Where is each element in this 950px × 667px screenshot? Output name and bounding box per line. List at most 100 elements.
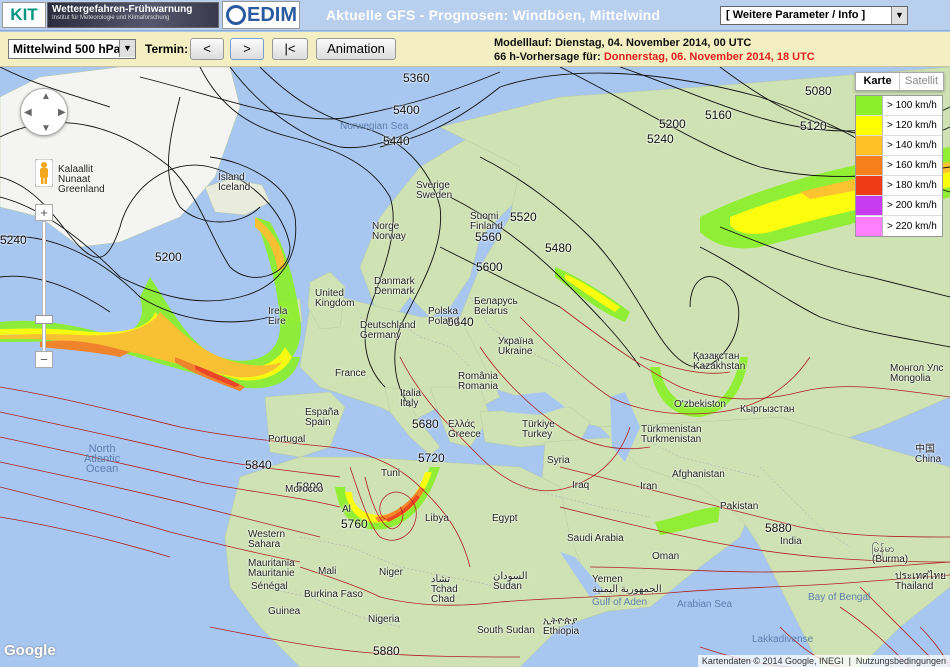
place-label-poland: Polska Poland: [428, 306, 460, 327]
cedim-ring-icon: [226, 5, 246, 25]
place-label-senegal: Sénégal: [251, 581, 288, 592]
map-svg: [0, 67, 950, 667]
zoom-in-button[interactable]: +: [35, 204, 53, 221]
isoline-label: 5240: [647, 132, 674, 146]
chevron-down-icon[interactable]: ▼: [891, 7, 907, 24]
legend-row: > 200 km/h: [856, 196, 942, 216]
header-bar: KIT Wettergefahren-Frühwarnung Institut …: [0, 0, 950, 31]
banner-title: Wettergefahren-Frühwarnung: [52, 4, 193, 15]
map-canvas[interactable]: 5360 5080 5400 5120 5160 5200 5240 5440 …: [0, 67, 950, 667]
level-select-value: Mittelwind 500 hPa: [13, 42, 121, 56]
place-label-yemen: Yemen الجمهورية اليمنية: [592, 574, 662, 595]
google-logo[interactable]: Google: [4, 642, 56, 659]
pan-left-icon[interactable]: ◀: [24, 107, 32, 118]
isoline-label: 5200: [155, 250, 182, 264]
isoline-label: 5880: [373, 644, 400, 658]
place-label-uzbekistan: O'zbekiston: [674, 399, 726, 410]
cedim-logo-text: EDIM: [247, 4, 297, 26]
place-label-western-sahara: Western Sahara: [248, 529, 286, 550]
place-label-nigeria: Nigeria: [368, 614, 400, 625]
place-label-pakistan: Pakistan: [720, 501, 759, 512]
terms-link[interactable]: Nutzungsbedingungen: [856, 656, 946, 666]
legend-label: > 180 km/h: [887, 180, 937, 191]
pan-down-icon[interactable]: ▼: [41, 123, 51, 134]
legend-swatch: [856, 156, 883, 175]
page-title: Aktuelle GFS - Prognosen: Windböen, Mitt…: [326, 7, 661, 23]
place-label-saudi-arabia: Saudi Arabia: [567, 533, 624, 544]
place-label-norway: Norge Norway: [372, 221, 406, 242]
pan-control[interactable]: ▲ ▼ ◀ ▶: [20, 88, 68, 136]
app: KIT Wettergefahren-Frühwarnung Institut …: [0, 0, 950, 667]
banner-subtitle: Institut für Meteorologie und Klimaforsc…: [52, 15, 170, 21]
pan-up-icon[interactable]: ▲: [41, 91, 51, 102]
warning-banner-logo[interactable]: Wettergefahren-Frühwarnung Institut für …: [47, 2, 219, 28]
place-label-gulf-of-aden: Gulf of Aden: [592, 597, 648, 608]
map-type-satellit[interactable]: Satellit: [900, 73, 943, 90]
termin-label: Termin:: [145, 42, 189, 56]
place-label-mongolia: Монгол Улс Mongolia: [890, 363, 944, 384]
isoline-label: 5720: [418, 451, 445, 465]
place-label-chad: تشاد Tchad Chad: [431, 574, 458, 605]
legend-label: > 120 km/h: [887, 120, 937, 131]
legend-swatch: [856, 176, 883, 195]
isoline-label: 5160: [705, 108, 732, 122]
isoline-label: 5880: [765, 521, 792, 535]
legend-row: > 140 km/h: [856, 136, 942, 156]
place-label-bay-of-bengal: Bay of Bengal: [808, 592, 871, 603]
place-label-myanmar: မြန်မာ (Burma): [872, 544, 909, 565]
place-label-oman: Oman: [652, 551, 680, 562]
previous-step-button[interactable]: <: [190, 38, 224, 60]
isoline-label: 5440: [383, 134, 410, 148]
land-layer: [0, 67, 950, 667]
place-label-ireland: Irela Eire: [268, 306, 288, 327]
kit-logo[interactable]: KIT: [2, 2, 46, 28]
map-type-karte[interactable]: Karte: [856, 73, 900, 90]
first-step-button[interactable]: |<: [272, 38, 308, 60]
isoline-label: 5080: [805, 84, 832, 98]
animation-button[interactable]: Animation: [316, 38, 396, 60]
isoline-label: 5840: [245, 458, 272, 472]
place-label-libya: Libya: [425, 513, 449, 524]
map-copyright: Kartendaten © 2014 Google, INEGI | Nutzu…: [697, 655, 950, 667]
cedim-logo[interactable]: EDIM: [222, 1, 300, 29]
zoom-slider-handle[interactable]: [35, 315, 53, 324]
legend-swatch: [856, 96, 883, 115]
level-select[interactable]: Mittelwind 500 hPa ▼: [8, 39, 136, 59]
place-label-algeria: Al: [342, 504, 351, 515]
zoom-out-button[interactable]: −: [35, 351, 53, 368]
place-label-syria: Syria: [547, 455, 570, 466]
place-label-ukraine: Україна Ukraine: [498, 336, 534, 357]
street-view-pegman-icon[interactable]: [35, 159, 53, 187]
place-label-iraq: Iraq: [572, 480, 590, 491]
place-label-portugal: Portugal: [268, 434, 306, 445]
chevron-down-icon[interactable]: ▼: [119, 40, 135, 57]
zoom-slider-track[interactable]: [42, 221, 46, 357]
place-label-burkina: Burkina Faso: [304, 589, 363, 600]
place-label-tunisia: Tuni: [381, 468, 401, 479]
isoline-label: 5400: [393, 103, 420, 117]
next-step-button[interactable]: >: [230, 38, 264, 60]
isoline-label: 5760: [341, 517, 368, 531]
isoline-label: 5120: [800, 119, 827, 133]
toolbar: Mittelwind 500 hPa ▼ Termin: < > |< Anim…: [0, 32, 950, 67]
place-label-mali: Mali: [318, 566, 337, 577]
pan-right-icon[interactable]: ▶: [58, 107, 66, 118]
parameter-select-value: [ Weitere Parameter / Info ]: [726, 9, 866, 21]
place-label-france: France: [335, 368, 367, 379]
place-label-india: India: [780, 536, 802, 547]
legend-row: > 160 km/h: [856, 156, 942, 176]
forecast-prefix: 66 h-Vorhersage für:: [494, 51, 604, 63]
legend-swatch: [856, 136, 883, 155]
forecast-info: 66 h-Vorhersage für: Donnerstag, 06. Nov…: [494, 51, 815, 63]
legend-swatch: [856, 116, 883, 135]
legend-label: > 100 km/h: [887, 100, 937, 111]
place-label-turkmenistan: Türkmenistan Turkmenistan: [641, 424, 702, 445]
place-label-iran: Iran: [640, 481, 658, 492]
place-label-kazakhstan: Қазақстан Kazakhstan: [693, 351, 746, 372]
parameter-select[interactable]: [ Weitere Parameter / Info ] ▼: [720, 6, 908, 25]
legend-label: > 220 km/h: [887, 220, 937, 232]
isoline-label: 5360: [403, 71, 430, 85]
legend-row: > 220 km/h: [856, 216, 942, 236]
legend-row: > 180 km/h: [856, 176, 942, 196]
forecast-target: Donnerstag, 06. November 2014, 18 UTC: [603, 51, 815, 63]
